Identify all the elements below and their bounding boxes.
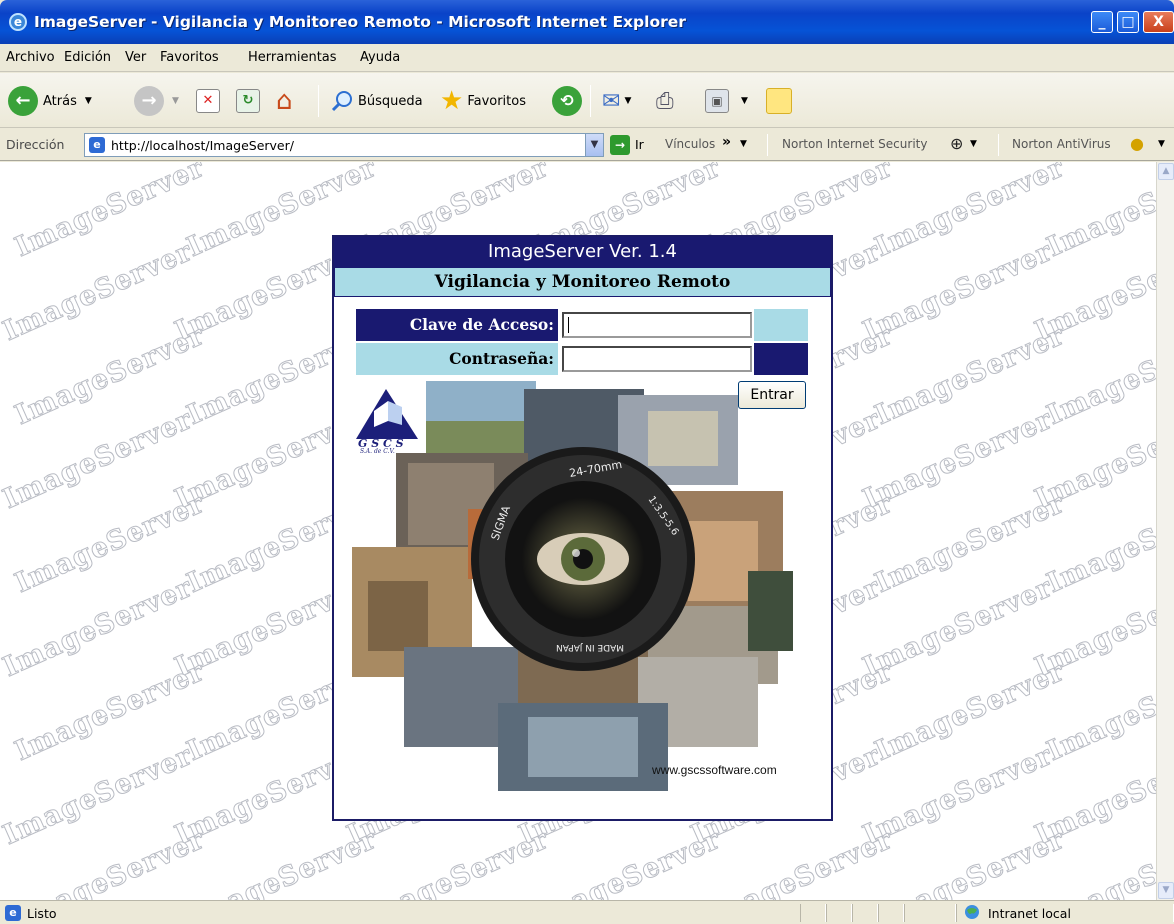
address-label: Dirección [6,137,65,152]
vertical-scrollbar[interactable]: ▲ ▼ [1156,162,1174,900]
stop-icon: ✕ [196,89,220,113]
search-icon [331,91,352,112]
chevron-down-icon: ▼ [741,96,748,106]
star-icon: ★ [440,86,464,116]
title-bar[interactable]: e ImageServer - Vigilancia y Monitoreo R… [0,0,1174,44]
close-button[interactable]: X [1143,11,1174,33]
links-button[interactable]: Vínculos [665,137,715,151]
ie-page-icon: e [5,905,21,921]
menu-ayuda[interactable]: Ayuda [360,50,400,65]
window-title: ImageServer - Vigilancia y Monitoreo Rem… [34,13,686,31]
norton-globe-icon[interactable]: ⊕ [950,134,963,153]
search-label: Búsqueda [358,93,423,109]
status-bar: e Listo Intranet local [0,900,1174,924]
go-arrow-icon[interactable]: → [610,135,630,155]
favorites-label: Favoritos [467,93,526,109]
menu-herramientas[interactable]: Herramientas [248,50,337,65]
go-button[interactable]: Ir [635,137,644,152]
password-row: Contraseña: [356,343,808,375]
access-key-row: Clave de Acceso: [356,309,808,341]
intranet-zone-icon [965,905,979,919]
toolbar-separator [590,85,591,117]
address-bar: Dirección e http://localhost/ImageServer… [0,129,1174,161]
messenger-button[interactable] [766,81,792,121]
status-cell [904,904,956,922]
print-icon: ⎙ [656,88,674,114]
svg-text:MADE IN JAPAN: MADE IN JAPAN [556,642,624,652]
page-title: ImageServer Ver. 1.4 [334,237,831,267]
back-button[interactable]: ← Atrás ▼ [8,81,92,121]
status-cell [826,904,852,922]
forward-arrow-icon: → [134,86,164,116]
toolbar-separator [998,134,999,156]
row-decoration [754,343,808,375]
page-subtitle: Vigilancia y Monitoreo Remoto [334,267,831,297]
address-url[interactable]: http://localhost/ImageServer/ [111,138,294,153]
menu-bar: Archivo Edición Ver Favoritos Herramient… [0,44,1174,110]
chevron-down-icon: ▼ [172,96,179,106]
standard-toolbar: ← Atrás ▼ → ▼ ✕ ↻ ⌂ Búsqueda ★ Favoritos… [0,73,1174,128]
note-icon [766,88,792,114]
password-input[interactable] [562,346,752,372]
back-arrow-icon: ← [8,86,38,116]
search-button[interactable]: Búsqueda [330,81,423,121]
login-panel: ImageServer Ver. 1.4 Vigilancia y Monito… [332,235,833,821]
mail-button[interactable]: ✉ ▼ [602,81,631,121]
favorites-button[interactable]: ★ Favoritos [440,81,526,121]
history-button[interactable]: ⟲ [552,81,582,121]
print-button[interactable]: ⎙ [656,81,674,121]
logo-subtext: S.A. de C.V. [360,448,395,455]
text-cursor [568,317,569,333]
norton-antivirus-button[interactable]: Norton AntiVirus [1012,137,1111,151]
scroll-down-icon[interactable]: ▼ [1158,882,1174,899]
company-url: www.gscssoftware.com [652,763,777,777]
password-label: Contraseña: [356,343,558,375]
home-button[interactable]: ⌂ [276,81,293,121]
page-viewport: ImageServer ImageServer ImageServer ImageSe… [0,162,1156,900]
norton-internet-security-button[interactable]: Norton Internet Security [782,137,927,151]
access-key-label: Clave de Acceso: [356,309,558,341]
menu-ver[interactable]: Ver [125,50,146,65]
ie-logo-icon: e [9,13,27,31]
forward-button[interactable]: → ▼ [134,81,179,121]
chevron-down-icon[interactable]: ▼ [1158,139,1165,149]
maximize-button[interactable]: □ [1117,11,1139,33]
back-label: Atrás [43,93,77,109]
status-cell [800,904,826,922]
mail-icon: ✉ [602,88,621,114]
status-cell [878,904,904,922]
chevron-down-icon[interactable]: ▼ [740,139,747,149]
stop-button[interactable]: ✕ [196,81,220,121]
address-dropdown-button[interactable]: ▼ [585,134,603,156]
chevron-down-icon: ▼ [84,96,92,106]
home-icon: ⌂ [276,86,293,116]
surveillance-collage-image: 24-70mm 1:3.5-5.6 SIGMA MADE IN JAPAN G … [348,381,793,791]
menu-edicion[interactable]: Edición [64,50,111,65]
edit-page-icon: ▣ [705,89,729,113]
ie-page-icon: e [89,137,105,153]
status-text: Listo [27,906,57,921]
status-cell [852,904,878,922]
minimize-button[interactable]: _ [1091,11,1113,33]
access-key-input[interactable] [562,312,752,338]
row-decoration [754,309,808,341]
menu-archivo[interactable]: Archivo [6,50,55,65]
address-input[interactable]: e http://localhost/ImageServer/ ▼ [84,133,604,157]
refresh-button[interactable]: ↻ [236,81,260,121]
enter-button[interactable]: Entrar [738,381,806,409]
history-icon: ⟲ [552,86,582,116]
gscs-logo-icon: G S C S S.A. de C.V. [348,381,426,455]
chevron-down-icon[interactable]: ▼ [970,139,977,149]
toolbar-separator [767,134,768,156]
links-chevron-icon[interactable]: » [722,134,731,150]
chevron-down-icon: ▼ [624,96,632,106]
security-zone: Intranet local [988,906,1071,921]
scroll-up-icon[interactable]: ▲ [1158,163,1174,180]
toolbar-separator [318,85,319,117]
edit-button[interactable]: ▣ ▼ [705,81,748,121]
ie-window: e ImageServer - Vigilancia y Monitoreo R… [0,0,1174,924]
refresh-icon: ↻ [236,89,260,113]
norton-check-icon[interactable]: ● [1130,134,1144,153]
menu-favoritos[interactable]: Favoritos [160,50,219,65]
